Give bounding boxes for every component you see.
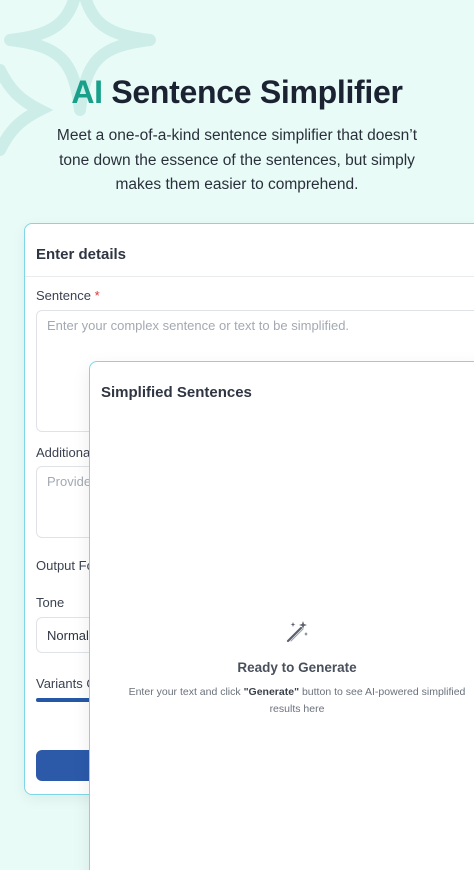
page-title: AI Sentence Simplifier bbox=[0, 74, 474, 111]
hint-line-2: results here bbox=[269, 703, 325, 715]
additional-placeholder: Provide bbox=[47, 474, 92, 489]
hint-prefix: Enter your text and click bbox=[128, 686, 244, 698]
sentence-label: Sentence * bbox=[36, 288, 100, 303]
subtitle-line: Meet a one-of-a-kind sentence simplifier… bbox=[56, 127, 418, 144]
card-header: Enter details bbox=[36, 246, 127, 263]
hint-bold: "Generate" bbox=[243, 686, 300, 698]
page-subtitle: Meet a one-of-a-kind sentence simplifier… bbox=[40, 124, 434, 198]
ready-hint: Enter your text and click "Generate" but… bbox=[110, 684, 474, 718]
sentence-label-text: Sentence bbox=[36, 288, 91, 303]
required-mark: * bbox=[94, 288, 100, 303]
title-text: Sentence Simplifier bbox=[102, 74, 403, 110]
result-header: Simplified Sentences bbox=[101, 384, 252, 401]
subtitle-line: makes them easier to comprehend. bbox=[115, 176, 359, 193]
hint-line: Enter your text and click "Generate" but… bbox=[110, 684, 474, 701]
title-accent: AI bbox=[71, 74, 103, 110]
hint-suffix: button to see AI-powered simplified bbox=[299, 686, 466, 698]
tone-value: Normal bbox=[47, 628, 89, 643]
card-divider bbox=[25, 276, 474, 277]
additional-info-label: Additiona bbox=[36, 445, 91, 460]
simplified-sentences-card: Simplified Sentences Ready to Generate E… bbox=[89, 361, 474, 870]
variants-label: Variants G bbox=[36, 676, 97, 691]
tone-label: Tone bbox=[36, 595, 65, 610]
magic-wand-icon bbox=[286, 621, 308, 643]
sentence-placeholder: Enter your complex sentence or text to b… bbox=[47, 318, 350, 333]
output-format-label: Output Fo bbox=[36, 558, 94, 573]
ready-title: Ready to Generate bbox=[237, 660, 357, 675]
subtitle-line: tone down the essence of the sentences, … bbox=[59, 151, 415, 169]
